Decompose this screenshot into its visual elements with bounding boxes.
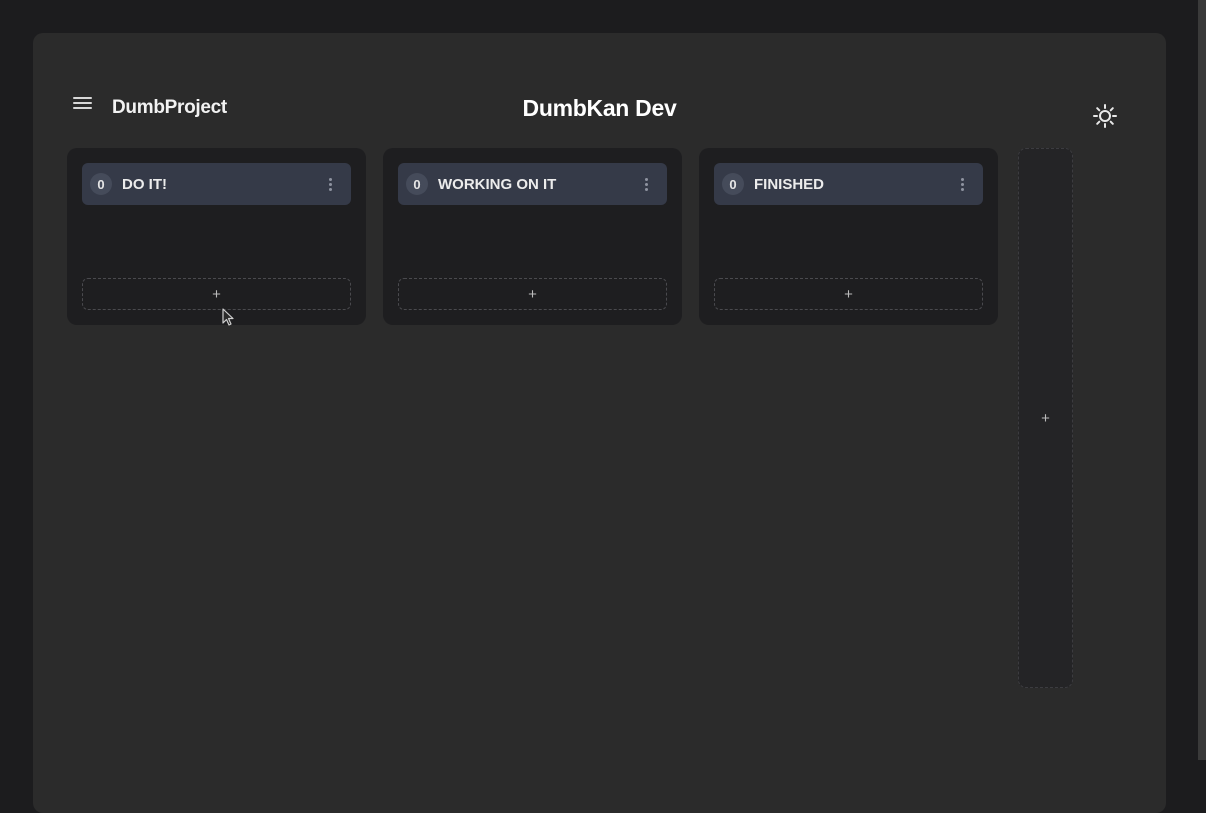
card-count-badge: 0	[90, 173, 112, 195]
column-finished: 0 FINISHED +	[699, 148, 998, 325]
column-header[interactable]: 0 FINISHED	[714, 163, 983, 205]
column-do-it: 0 DO IT! +	[67, 148, 366, 325]
column-title[interactable]: WORKING ON IT	[438, 176, 637, 193]
column-title[interactable]: DO IT!	[122, 176, 321, 193]
app-container: DumbProject DumbKan Dev 0 DO IT! + 0 WOR…	[33, 33, 1166, 813]
page-scrollbar[interactable]	[1198, 0, 1206, 760]
add-column-button[interactable]: +	[1018, 148, 1073, 688]
column-header[interactable]: 0 WORKING ON IT	[398, 163, 667, 205]
kebab-menu-icon[interactable]	[321, 174, 339, 194]
kebab-menu-icon[interactable]	[637, 174, 655, 194]
add-card-button[interactable]: +	[398, 278, 667, 310]
add-card-button[interactable]: +	[714, 278, 983, 310]
kebab-menu-icon[interactable]	[953, 174, 971, 194]
sun-icon[interactable]	[1091, 102, 1119, 130]
card-count-badge: 0	[722, 173, 744, 195]
column-working-on-it: 0 WORKING ON IT +	[383, 148, 682, 325]
board-title: DumbKan Dev	[522, 95, 677, 121]
column-title[interactable]: FINISHED	[754, 176, 953, 193]
column-header[interactable]: 0 DO IT!	[82, 163, 351, 205]
page-scrollbar-end	[1198, 760, 1206, 798]
card-count-badge: 0	[406, 173, 428, 195]
add-card-button[interactable]: +	[82, 278, 351, 310]
mouse-cursor-icon	[222, 308, 236, 328]
